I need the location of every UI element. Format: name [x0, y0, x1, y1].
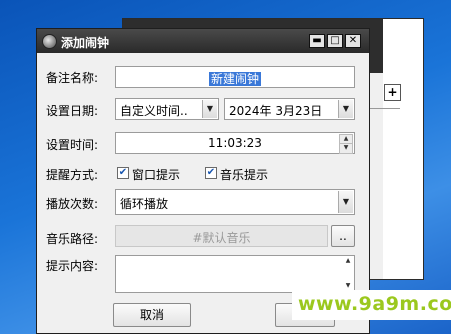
window-remind-label: 窗口提示	[132, 168, 181, 182]
music-path-value: #默认音乐	[192, 231, 251, 245]
music-remind-checkbox[interactable]: ✔	[205, 167, 217, 179]
play-count-value: 循环播放	[120, 197, 169, 211]
time-input[interactable]: 11:03:23 ▲ ▼	[115, 132, 355, 154]
chevron-down-icon: ▼	[338, 100, 353, 118]
background-window-panel	[383, 19, 423, 279]
watermark: www.9a9m.com	[292, 290, 451, 320]
prompt-label: 提示内容:	[46, 259, 99, 273]
play-count-label: 播放次数:	[46, 197, 99, 211]
close-button[interactable]: ✕	[345, 34, 361, 48]
time-value: 11:03:23	[208, 136, 262, 150]
prompt-textarea[interactable]: ▲ ▼	[115, 255, 355, 293]
play-count-select[interactable]: 循环播放 ▼	[115, 189, 355, 215]
dialog-title: 添加闹钟	[61, 36, 110, 50]
date-mode-select[interactable]: 自定义时间.. ▼	[115, 98, 219, 120]
checkmark-icon: ✔	[206, 167, 216, 178]
date-mode-value: 自定义时间..	[120, 104, 188, 118]
scroll-up-icon[interactable]: ▲	[343, 257, 353, 266]
add-alarm-dialog: 添加闹钟 ▬ □ ✕ 备注名称: 新建闹钟 设置日期: 自定义时间.. ▼ 20…	[36, 28, 370, 334]
spin-down-icon[interactable]: ▼	[339, 143, 353, 154]
music-path-input[interactable]: #默认音乐	[115, 225, 328, 247]
time-label: 设置时间:	[46, 138, 99, 152]
minimize-button[interactable]: ▬	[309, 34, 325, 48]
music-path-label: 音乐路径:	[46, 232, 99, 246]
watermark-text: www.9a9m.com	[298, 293, 451, 315]
remind-label: 提醒方式:	[46, 168, 99, 182]
browse-button[interactable]: ..	[331, 225, 355, 247]
chevron-down-icon: ▼	[202, 100, 217, 118]
date-label: 设置日期:	[46, 104, 99, 118]
checkmark-icon: ✔	[118, 167, 128, 178]
window-remind-checkbox[interactable]: ✔	[117, 167, 129, 179]
maximize-icon: □	[330, 35, 340, 46]
dialog-titlebar[interactable]: 添加闹钟 ▬ □ ✕	[37, 29, 369, 53]
music-remind-label: 音乐提示	[220, 168, 269, 182]
note-value: 新建闹钟	[208, 72, 261, 86]
date-picker[interactable]: 2024年 3月23日 ▼	[224, 98, 355, 120]
cancel-button[interactable]: 取消	[113, 303, 191, 327]
maximize-button[interactable]: □	[327, 34, 343, 48]
close-icon: ✕	[348, 35, 358, 46]
alarm-clock-icon	[42, 34, 57, 49]
minimize-icon: ▬	[312, 35, 322, 46]
note-label: 备注名称:	[46, 71, 99, 85]
add-alarm-button[interactable]: +	[384, 84, 401, 101]
note-input[interactable]: 新建闹钟	[115, 66, 355, 88]
chevron-down-icon: ▼	[338, 191, 353, 213]
date-value: 2024年 3月23日	[229, 104, 323, 118]
